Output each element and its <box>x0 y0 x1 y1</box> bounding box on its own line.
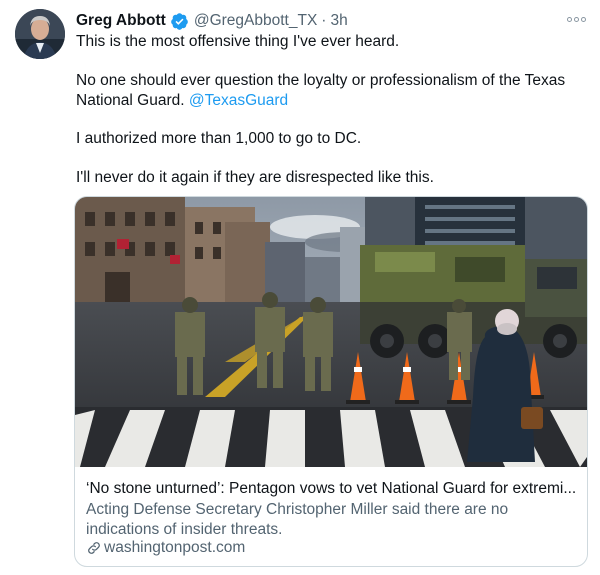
tweet-text-line: This is the most offensive thing I've ev… <box>76 33 400 50</box>
article-photo <box>75 197 587 467</box>
avatar[interactable] <box>15 9 65 59</box>
author-name[interactable]: Greg Abbott <box>76 12 166 30</box>
tweet-text-line: I'll never do it again if they are disre… <box>76 169 434 186</box>
mention-link[interactable]: @TexasGuard <box>189 92 288 109</box>
link-icon <box>88 542 100 554</box>
separator-dot: · <box>321 12 327 29</box>
verified-badge-icon <box>171 12 188 30</box>
card-description: Acting Defense Secretary Christopher Mil… <box>86 501 509 538</box>
tweet-text-line: National Guard. @TexasGuard <box>76 91 288 111</box>
tweet-text-segment: National Guard. <box>76 92 185 109</box>
more-options-icon[interactable] <box>566 12 586 26</box>
card-domain[interactable]: washingtonpost.com <box>86 538 245 558</box>
tweet-header: Greg Abbott @GregAbbott_TX · 3h <box>76 11 348 31</box>
tweet-text-line: I authorized more than 1,000 to go to DC… <box>76 130 362 147</box>
card-title: ‘No stone unturned’: Pentagon vows to ve… <box>86 480 577 497</box>
tweet-text-line: No one should ever question the loyalty … <box>76 72 566 89</box>
profile-photo <box>15 9 65 59</box>
card-domain-text[interactable]: washingtonpost.com <box>104 539 245 557</box>
author-handle[interactable]: @GregAbbott_TX <box>194 12 317 30</box>
tweet-timestamp[interactable]: 3h <box>330 12 347 30</box>
link-preview-card[interactable]: ‘No stone unturned’: Pentagon vows to ve… <box>74 196 588 567</box>
